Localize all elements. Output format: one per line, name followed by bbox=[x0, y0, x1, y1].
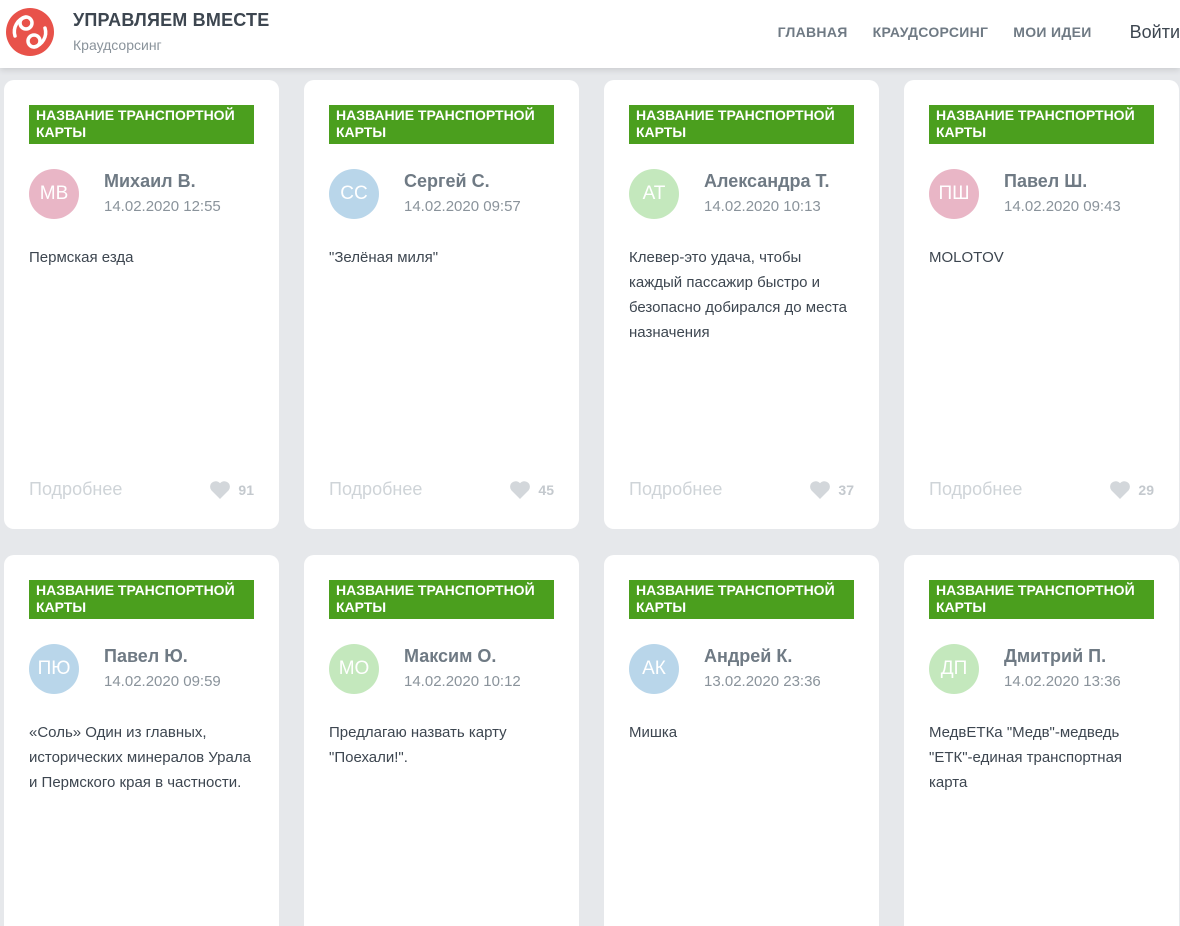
idea-text: Клевер-это удача, чтобы каждый пассажир … bbox=[629, 249, 847, 341]
heart-icon bbox=[510, 481, 531, 499]
card-category-tag: НАЗВАНИЕ ТРАНСПОРТНОЙ КАРТЫ bbox=[29, 105, 254, 144]
card-category-tag: НАЗВАНИЕ ТРАНСПОРТНОЙ КАРТЫ bbox=[929, 580, 1154, 619]
idea-card[interactable]: НАЗВАНИЕ ТРАНСПОРТНОЙ КАРТЫ АК Андрей К.… bbox=[604, 555, 879, 926]
avatar: ДП bbox=[929, 644, 979, 694]
card-category-tag: НАЗВАНИЕ ТРАНСПОРТНОЙ КАРТЫ bbox=[329, 580, 554, 619]
idea-text: "Зелёная миля" bbox=[329, 249, 439, 266]
idea-text: Мишка bbox=[629, 724, 678, 741]
like-button[interactable]: 37 bbox=[809, 480, 854, 499]
idea-text: «Соль» Один из главных, исторических мин… bbox=[29, 724, 251, 791]
idea-text: МедвЕТКа "Медв"-медведь "ЕТК"-единая тра… bbox=[929, 724, 1123, 791]
post-date: 14.02.2020 09:43 bbox=[1004, 198, 1121, 215]
like-count: 45 bbox=[538, 481, 554, 498]
idea-card[interactable]: НАЗВАНИЕ ТРАНСПОРТНОЙ КАРТЫ АТ Александр… bbox=[604, 80, 879, 529]
author-name: Андрей К. bbox=[704, 646, 793, 666]
author-name: Максим О. bbox=[404, 646, 497, 666]
card-category-tag: НАЗВАНИЕ ТРАНСПОРТНОЙ КАРТЫ bbox=[929, 105, 1154, 144]
heart-icon bbox=[210, 481, 231, 499]
more-link[interactable]: Подробнее bbox=[929, 479, 1022, 500]
site-header: УПРАВЛЯЕМ ВМЕСТЕ Краудсорсинг ГЛАВНАЯ КР… bbox=[0, 0, 1180, 68]
site-subtitle: Краудсорсинг bbox=[73, 37, 162, 53]
idea-text: Предлагаю назвать карту "Поехали!". bbox=[329, 724, 507, 766]
like-button[interactable]: 45 bbox=[509, 480, 554, 499]
heart-icon bbox=[1110, 481, 1131, 499]
idea-card[interactable]: НАЗВАНИЕ ТРАНСПОРТНОЙ КАРТЫ ДП Дмитрий П… bbox=[904, 555, 1179, 926]
idea-card[interactable]: НАЗВАНИЕ ТРАНСПОРТНОЙ КАРТЫ МВ Михаил В.… bbox=[4, 80, 279, 529]
author-name: Павел Ю. bbox=[104, 646, 188, 666]
post-date: 14.02.2020 09:57 bbox=[404, 198, 521, 215]
idea-card[interactable]: НАЗВАНИЕ ТРАНСПОРТНОЙ КАРТЫ СС Сергей С.… bbox=[304, 80, 579, 529]
main-nav: ГЛАВНАЯ КРАУДСОРСИНГ МОИ ИДЕИ Войти bbox=[778, 22, 1180, 42]
post-date: 14.02.2020 10:13 bbox=[704, 198, 821, 215]
nav-crowdsourcing[interactable]: КРАУДСОРСИНГ bbox=[873, 24, 989, 40]
heart-icon bbox=[810, 481, 831, 499]
idea-text: MOLOTOV bbox=[929, 249, 1004, 266]
avatar: ПШ bbox=[929, 169, 979, 219]
like-button[interactable]: 91 bbox=[209, 480, 254, 499]
nav-home[interactable]: ГЛАВНАЯ bbox=[778, 24, 848, 40]
nav-my-ideas[interactable]: МОИ ИДЕИ bbox=[1013, 24, 1091, 40]
avatar: АК bbox=[629, 644, 679, 694]
post-date: 13.02.2020 23:36 bbox=[704, 673, 821, 690]
idea-card[interactable]: НАЗВАНИЕ ТРАНСПОРТНОЙ КАРТЫ МО Максим О.… bbox=[304, 555, 579, 926]
card-category-tag: НАЗВАНИЕ ТРАНСПОРТНОЙ КАРТЫ bbox=[629, 580, 854, 619]
more-link[interactable]: Подробнее bbox=[629, 479, 722, 500]
card-category-tag: НАЗВАНИЕ ТРАНСПОРТНОЙ КАРТЫ bbox=[629, 105, 854, 144]
post-date: 14.02.2020 12:55 bbox=[104, 198, 221, 215]
avatar: МО bbox=[329, 644, 379, 694]
author-name: Сергей С. bbox=[404, 171, 490, 191]
author-name: Михаил В. bbox=[104, 171, 196, 191]
author-name: Павел Ш. bbox=[1004, 171, 1088, 191]
login-link[interactable]: Войти bbox=[1130, 22, 1180, 43]
like-button[interactable]: 29 bbox=[1109, 480, 1154, 499]
avatar: МВ bbox=[29, 169, 79, 219]
author-name: Дмитрий П. bbox=[1004, 646, 1107, 666]
post-date: 14.02.2020 13:36 bbox=[1004, 673, 1121, 690]
more-link[interactable]: Подробнее bbox=[329, 479, 422, 500]
like-count: 29 bbox=[1138, 481, 1154, 498]
idea-card[interactable]: НАЗВАНИЕ ТРАНСПОРТНОЙ КАРТЫ ПЮ Павел Ю. … bbox=[4, 555, 279, 926]
site-title[interactable]: УПРАВЛЯЕМ ВМЕСТЕ bbox=[73, 10, 269, 31]
like-count: 37 bbox=[838, 481, 854, 498]
more-link[interactable]: Подробнее bbox=[29, 479, 122, 500]
card-category-tag: НАЗВАНИЕ ТРАНСПОРТНОЙ КАРТЫ bbox=[329, 105, 554, 144]
avatar: АТ bbox=[629, 169, 679, 219]
author-name: Александра Т. bbox=[704, 171, 830, 191]
post-date: 14.02.2020 09:59 bbox=[104, 673, 221, 690]
logo-icon[interactable] bbox=[4, 6, 56, 58]
idea-text: Пермская езда bbox=[29, 249, 134, 266]
avatar: СС bbox=[329, 169, 379, 219]
avatar: ПЮ bbox=[29, 644, 79, 694]
idea-card[interactable]: НАЗВАНИЕ ТРАНСПОРТНОЙ КАРТЫ ПШ Павел Ш. … bbox=[904, 80, 1179, 529]
like-count: 91 bbox=[238, 481, 254, 498]
card-category-tag: НАЗВАНИЕ ТРАНСПОРТНОЙ КАРТЫ bbox=[29, 580, 254, 619]
post-date: 14.02.2020 10:12 bbox=[404, 673, 521, 690]
